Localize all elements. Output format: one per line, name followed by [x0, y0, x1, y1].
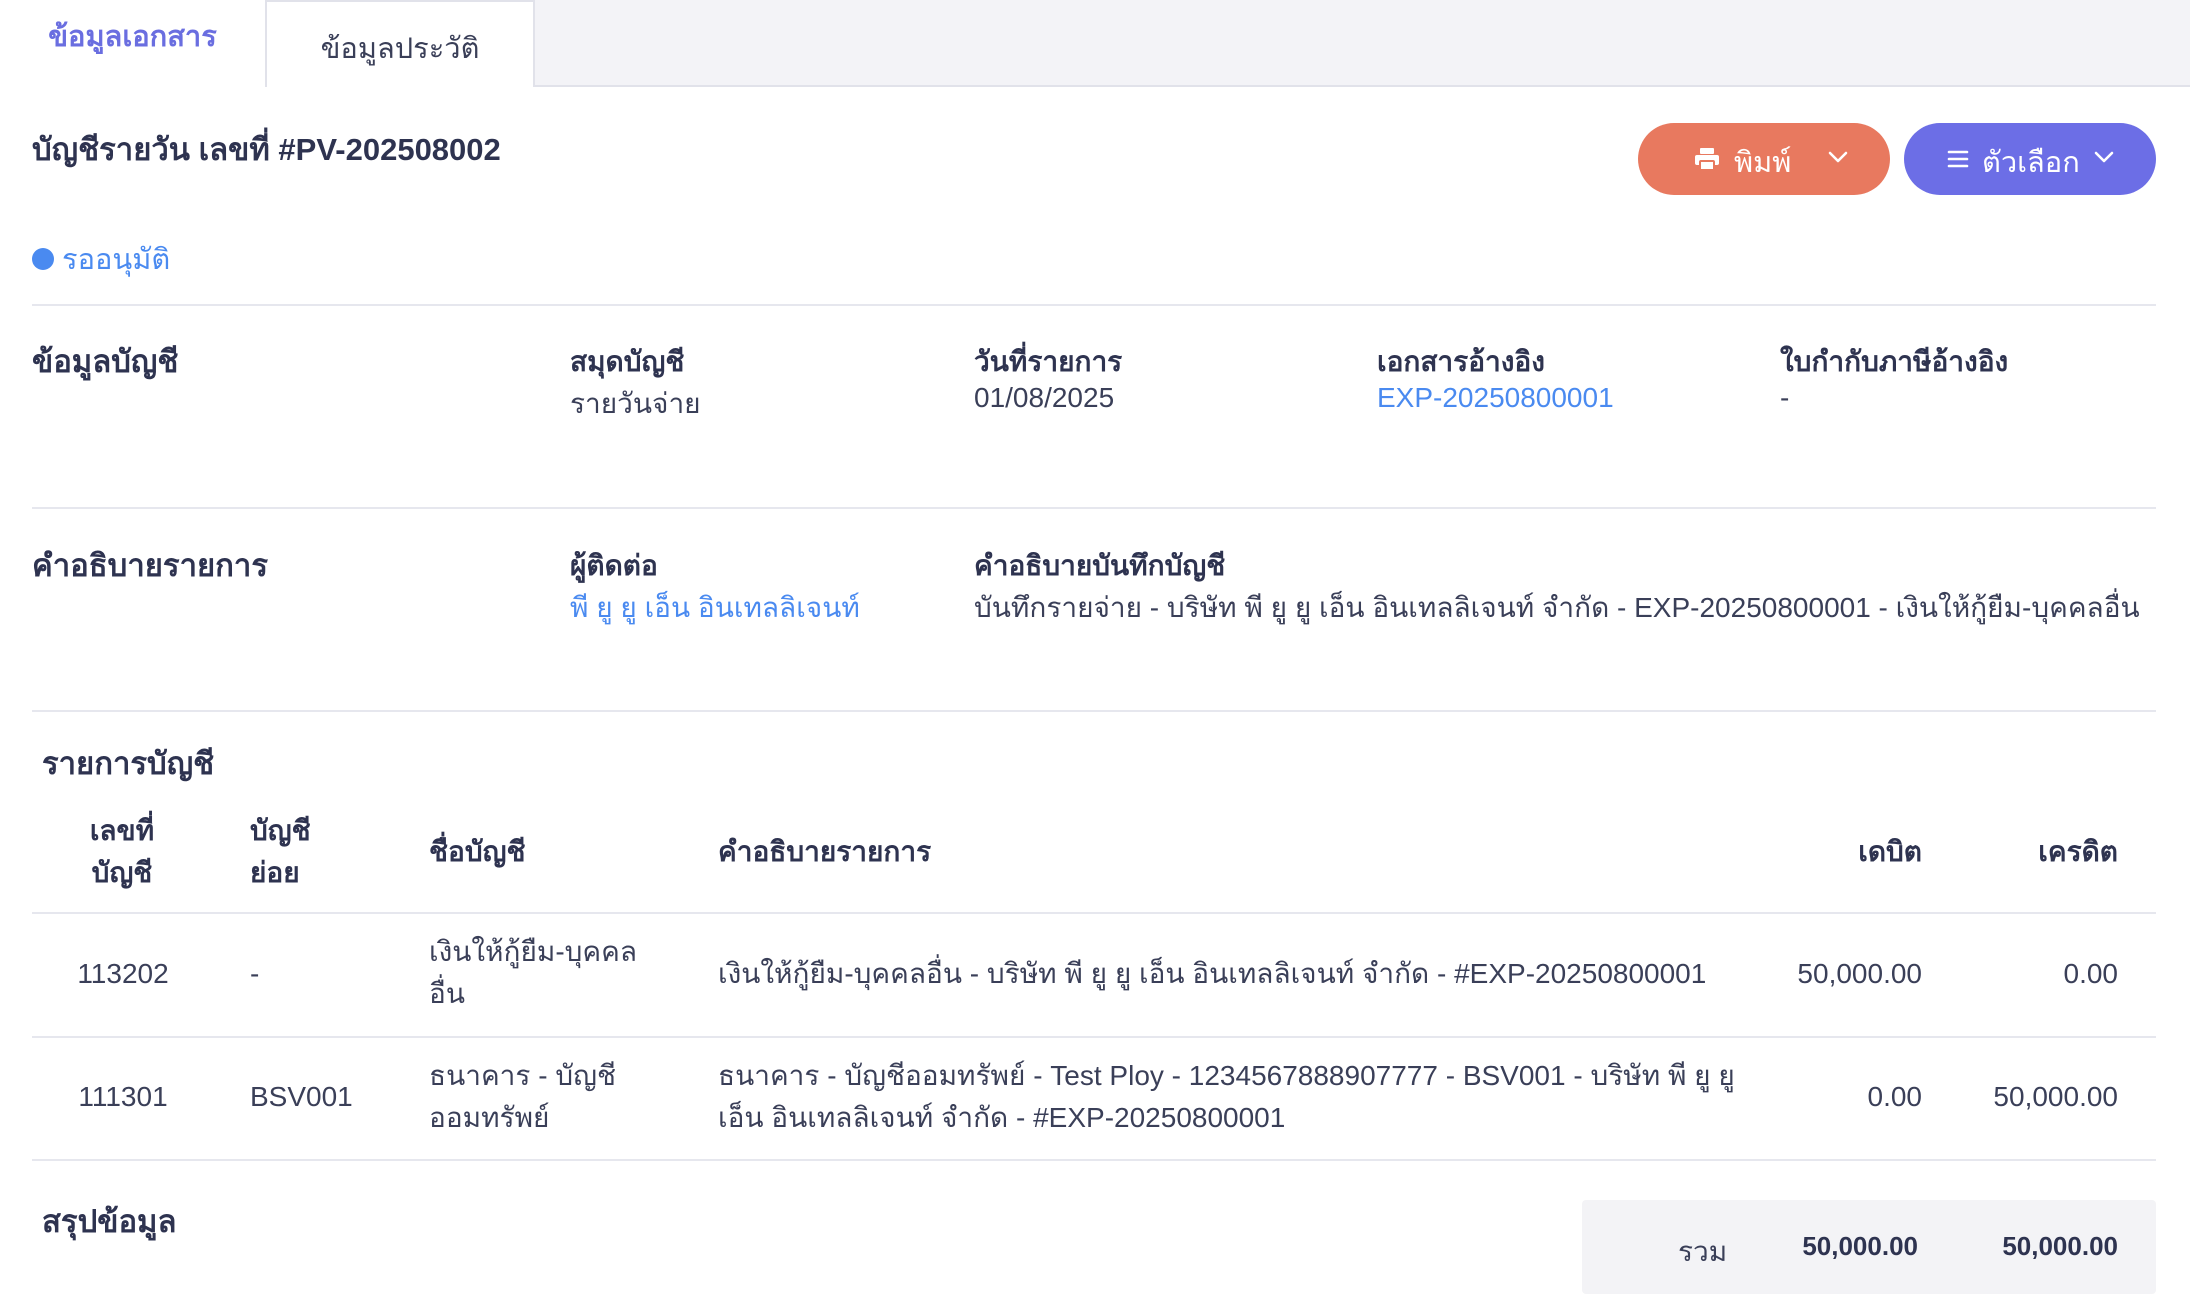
- options-button[interactable]: ตัวเลือก: [1904, 123, 2156, 195]
- row-account-name: เงินให้กู้ยืม-บุคคล อื่น: [429, 931, 637, 1015]
- row-debit: 0.00: [1867, 1081, 1923, 1112]
- divider: [32, 912, 2156, 914]
- description-title: คำอธิบายรายการ: [32, 548, 268, 583]
- header-sub-account-line2: ย่อย: [250, 857, 300, 888]
- summary-title: สรุปข้อมูล: [42, 1204, 177, 1239]
- header-account-number-line2: บัญชี: [91, 857, 153, 888]
- tab-document-info[interactable]: ข้อมูลเอกสาร: [0, 0, 265, 89]
- summary-total-debit: 50,000.00: [1802, 1231, 1918, 1261]
- tax-ref-value: -: [1780, 382, 1790, 413]
- entries-title: รายการบัญชี: [42, 746, 215, 781]
- header-account-number-line1: เลขที่: [89, 815, 155, 846]
- note-value: บันทึกรายจ่าย - บริษัท พี ยู ยู เอ็น อิน…: [974, 592, 2140, 623]
- row-account-name-line1: ธนาคาร - บัญชี: [429, 1060, 616, 1091]
- tab-history[interactable]: ข้อมูลประวัติ: [265, 0, 535, 87]
- contact-label: ผู้ติดต่อ: [570, 550, 658, 581]
- row-sub-account: BSV001: [250, 1081, 353, 1112]
- divider: [32, 1159, 2156, 1161]
- status-text: รออนุมัติ: [62, 244, 171, 276]
- row-description: เงินให้กู้ยืม-บุคคลอื่น - บริษัท พี ยู ย…: [718, 958, 1707, 989]
- header-account-name: ชื่อบัญชี: [429, 836, 526, 867]
- tab-history-label: ข้อมูลประวัติ: [320, 32, 480, 65]
- date-label: วันที่รายการ: [974, 346, 1123, 377]
- status-badge: รออนุมัติ: [32, 236, 170, 282]
- row-account-name: ธนาคาร - บัญชี ออมทรัพย์: [429, 1055, 616, 1139]
- print-button[interactable]: พิมพ์: [1638, 123, 1890, 195]
- header-credit: เครดิต: [2038, 836, 2118, 867]
- row-account-name-line2: อื่น: [429, 978, 465, 1009]
- row-credit: 50,000.00: [1993, 1081, 2118, 1112]
- row-debit: 50,000.00: [1797, 958, 1922, 989]
- row-sub-account: -: [250, 958, 260, 989]
- journal-value: รายวันจ่าย: [570, 388, 701, 419]
- tab-document-info-label: ข้อมูลเอกสาร: [48, 20, 217, 53]
- header-debit: เดบิต: [1858, 836, 1922, 867]
- row-description-line2: เอ็น อินเทลลิเจนท์ จำกัด - #EXP-20250800…: [718, 1102, 1286, 1133]
- summary-total-label: รวม: [1678, 1236, 1728, 1267]
- summary-total-box: รวม 50,000.00 50,000.00: [1582, 1200, 2156, 1294]
- tax-ref-label: ใบกำกับภาษีอ้างอิง: [1780, 346, 2009, 377]
- header-account-number: เลขที่ บัญชี: [76, 810, 168, 894]
- summary-total-credit: 50,000.00: [2002, 1231, 2118, 1261]
- date-value: 01/08/2025: [974, 382, 1115, 413]
- chevron-down-icon[interactable]: [1828, 150, 1848, 164]
- contact-link[interactable]: พี ยู ยู เอ็น อินเทลลิเจนท์: [570, 586, 860, 630]
- row-account-name-line1: เงินให้กู้ยืม-บุคคล: [429, 936, 638, 967]
- row-credit: 0.00: [2063, 958, 2119, 989]
- status-dot-icon: [32, 248, 54, 270]
- printer-icon: [1695, 148, 1719, 171]
- page-title: บัญชีรายวัน เลขที่ #PV-202508002: [32, 132, 501, 167]
- header-description: คำอธิบายรายการ: [718, 836, 932, 867]
- row-account-number: 113202: [77, 958, 169, 989]
- divider: [32, 1036, 2156, 1038]
- note-label: คำอธิบายบันทึกบัญชี: [974, 550, 1226, 581]
- divider: [32, 710, 2156, 712]
- divider: [32, 304, 2156, 306]
- journal-label: สมุดบัญชี: [570, 346, 685, 377]
- header-sub-account: บัญชี ย่อย: [250, 810, 311, 894]
- row-account-number: 111301: [78, 1081, 168, 1112]
- divider: [32, 507, 2156, 509]
- ref-doc-label: เอกสารอ้างอิง: [1377, 346, 1545, 377]
- header-sub-account-line1: บัญชี: [250, 815, 311, 846]
- print-button-label: พิมพ์: [1734, 147, 1792, 179]
- row-description-line1: ธนาคาร - บัญชีออมทรัพย์ - Test Ploy - 12…: [718, 1060, 1735, 1091]
- chevron-down-icon[interactable]: [2094, 150, 2114, 164]
- menu-icon: [1947, 150, 1969, 168]
- row-account-name-line2: ออมทรัพย์: [429, 1102, 550, 1133]
- account-info-title: ข้อมูลบัญชี: [32, 344, 179, 379]
- ref-doc-link[interactable]: EXP-20250800001: [1377, 382, 1614, 414]
- options-button-label: ตัวเลือก: [1982, 147, 2080, 179]
- tab-bar: ข้อมูลเอกสาร ข้อมูลประวัติ: [0, 0, 2190, 89]
- row-description: ธนาคาร - บัญชีออมทรัพย์ - Test Ploy - 12…: [718, 1055, 1735, 1139]
